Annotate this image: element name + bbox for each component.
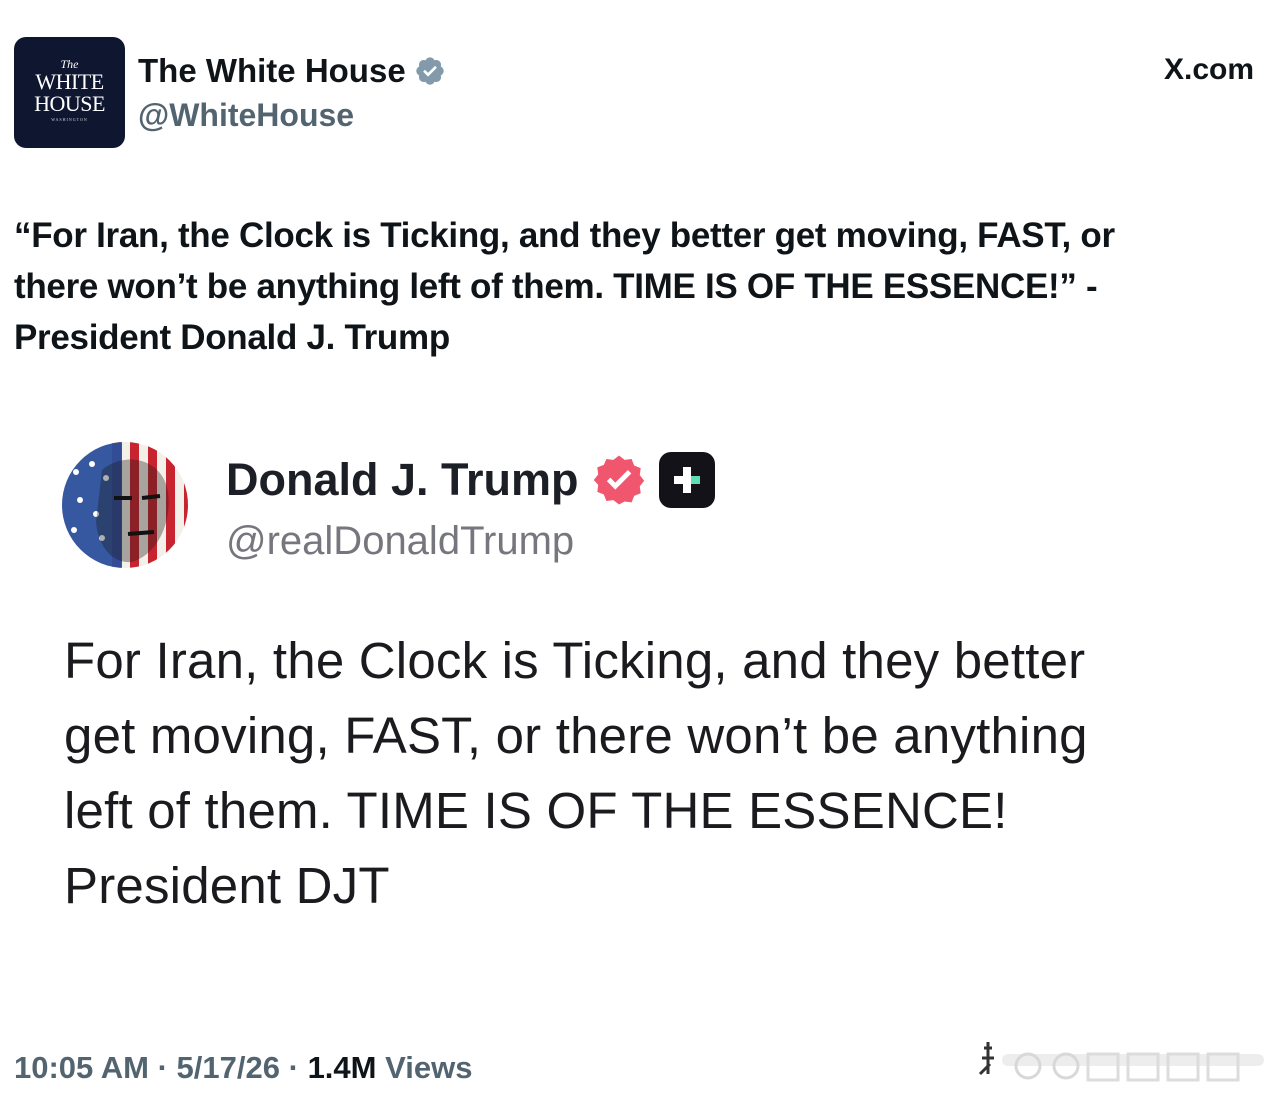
embedded-author-handle[interactable]: @realDonaldTrump [226,516,715,566]
embedded-text-line: For Iran, the Clock is Ticking, and they… [64,632,1086,689]
embedded-post[interactable]: Donald J. Trump @realDonaldTrump For Ira… [62,440,1222,920]
logo-text-washington: WASHINGTON [51,117,88,122]
meta-separator: · [288,1050,299,1085]
author-names: The White House @WhiteHouse [138,51,446,135]
embedded-author-display-name[interactable]: Donald J. Trump [226,452,579,508]
logo-text-white: WHITE [35,69,104,94]
post-text-line: President Donald J. Trump [14,318,450,357]
views-label: Views [385,1050,473,1085]
logo-text-house: HOUSE [34,91,105,116]
white-house-avatar[interactable]: The WHITE HOUSE WASHINGTON [14,37,125,148]
embedded-author-avatar[interactable] [62,442,188,568]
post-text: “For Iran, the Clock is Ticking, and the… [14,210,1254,363]
truth-verified-badge-icon [593,455,644,505]
post-time[interactable]: 10:05 AM [14,1050,149,1085]
meta-separator: · [157,1050,168,1085]
embedded-post-text: For Iran, the Clock is Ticking, and they… [64,623,1224,923]
truth-plus-icon [658,452,715,508]
watermark-icon [978,1042,1264,1082]
embedded-text-line: get moving, FAST, or there won’t be anyt… [64,707,1088,764]
author-handle[interactable]: @WhiteHouse [138,95,446,135]
author-display-name[interactable]: The White House [138,51,406,91]
post-header: The WHITE HOUSE WASHINGTON The White Hou… [14,37,1254,149]
embedded-text-line: President DJT [64,857,390,914]
embedded-text-line: left of them. TIME IS OF THE ESSENCE! [64,782,1008,839]
flag-portrait-icon [62,442,188,568]
post-text-line: “For Iran, the Clock is Ticking, and the… [14,216,1115,255]
site-label: X.com [1163,53,1254,86]
display-name-row: The White House [138,51,446,91]
post-meta: 10:05 AM · 5/17/26 · 1.4M Views [14,1046,472,1090]
embedded-author-names: Donald J. Trump @realDonaldTrump [226,452,715,566]
verified-badge-icon[interactable] [414,55,446,87]
embedded-display-row: Donald J. Trump [226,452,715,508]
post-text-line: there won’t be anything left of them. TI… [14,267,1098,306]
views-count: 1.4M [307,1050,377,1085]
post-date[interactable]: 5/17/26 [177,1050,280,1085]
